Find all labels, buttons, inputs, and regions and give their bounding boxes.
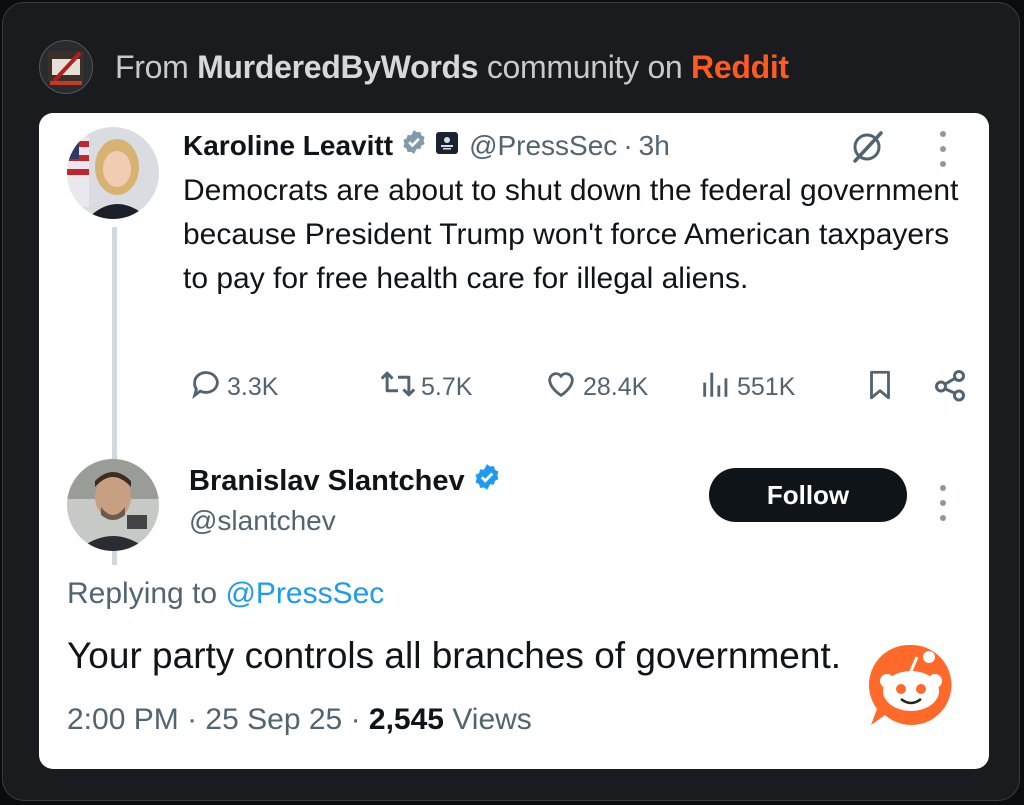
tweet2-author-handle[interactable]: @slantchev: [189, 505, 336, 537]
meta-sep-1: ·: [187, 703, 198, 736]
reply-count: 3.3K: [227, 373, 279, 401]
share-icon: [931, 367, 973, 410]
tweet1-author-handle[interactable]: @PressSec: [469, 130, 617, 162]
like-icon: [543, 367, 583, 408]
verified-badge-icon: [401, 129, 427, 162]
community-header: From MurderedByWords community on Reddit: [39, 39, 789, 95]
community-avatar[interactable]: [39, 40, 93, 94]
tweet2-author-row: Branislav Slantchev: [189, 463, 501, 499]
replying-to-line: Replying to @PressSec: [67, 577, 384, 611]
tweet2-date[interactable]: 25 Sep 25: [205, 703, 342, 736]
community-name-link[interactable]: MurderedByWords: [197, 49, 478, 85]
reddit-link[interactable]: Reddit: [691, 49, 789, 85]
replying-to-mention-link[interactable]: @PressSec: [225, 577, 384, 610]
tweet1-actions-bar: 3.3K 5.7K 28.4K 551K: [189, 367, 965, 410]
views-count: 551K: [737, 373, 796, 401]
tweet1-time[interactable]: 3h: [639, 130, 670, 162]
bookmark-icon: [863, 367, 901, 410]
reply-icon: [189, 367, 227, 408]
verified-badge-icon: [473, 463, 501, 499]
like-count: 28.4K: [583, 373, 649, 401]
tweet2-text: Your party controls all branches of gove…: [67, 635, 842, 676]
header-middle: community on: [486, 48, 683, 85]
tweet2-author-name[interactable]: Branislav Slantchev: [189, 465, 465, 498]
like-button[interactable]: 28.4K: [543, 367, 648, 408]
tweet1-separator: ·: [623, 129, 633, 161]
tweet2-views-count: 2,545: [368, 703, 444, 736]
tweet1-more-icon[interactable]: [939, 131, 947, 167]
header-text: From MurderedByWords community on Reddit: [115, 49, 789, 86]
retweet-icon: [379, 367, 421, 408]
tweet2-views-label: Views: [452, 703, 532, 736]
share-button[interactable]: [931, 367, 973, 410]
retweet-button[interactable]: 5.7K: [379, 367, 472, 408]
reddit-share-frame: From MurderedByWords community on Reddit…: [2, 2, 1020, 801]
bookmark-button[interactable]: [863, 367, 901, 410]
tweet-card: Karoline Leavitt @PressSec · 3h Democrat…: [39, 113, 989, 769]
affiliation-badge-icon: [435, 130, 459, 162]
tweet1-author-row: Karoline Leavitt @PressSec · 3h: [183, 129, 670, 162]
reply-button[interactable]: 3.3K: [189, 367, 278, 408]
views-button[interactable]: 551K: [699, 367, 795, 408]
tweet2-meta: 2:00 PM · 25 Sep 25 · 2,545 Views: [67, 703, 532, 737]
grok-icon[interactable]: [847, 127, 887, 172]
header-prefix: From: [115, 48, 189, 85]
tweet1-author-name[interactable]: Karoline Leavitt: [183, 130, 393, 162]
tweet2-time[interactable]: 2:00 PM: [67, 703, 179, 736]
reddit-snoo-icon: [865, 639, 957, 736]
follow-button[interactable]: Follow: [709, 468, 907, 522]
views-icon: [699, 367, 737, 408]
meta-sep-2: ·: [350, 703, 361, 736]
tweet2-more-icon[interactable]: [939, 485, 947, 521]
tweet1-text: Democrats are about to shut down the fed…: [183, 174, 959, 295]
avatar-branislav-slantchev[interactable]: [67, 459, 159, 551]
avatar-karoline-leavitt[interactable]: [67, 127, 159, 219]
retweet-count: 5.7K: [421, 373, 473, 401]
replying-prefix: Replying to: [67, 577, 218, 610]
